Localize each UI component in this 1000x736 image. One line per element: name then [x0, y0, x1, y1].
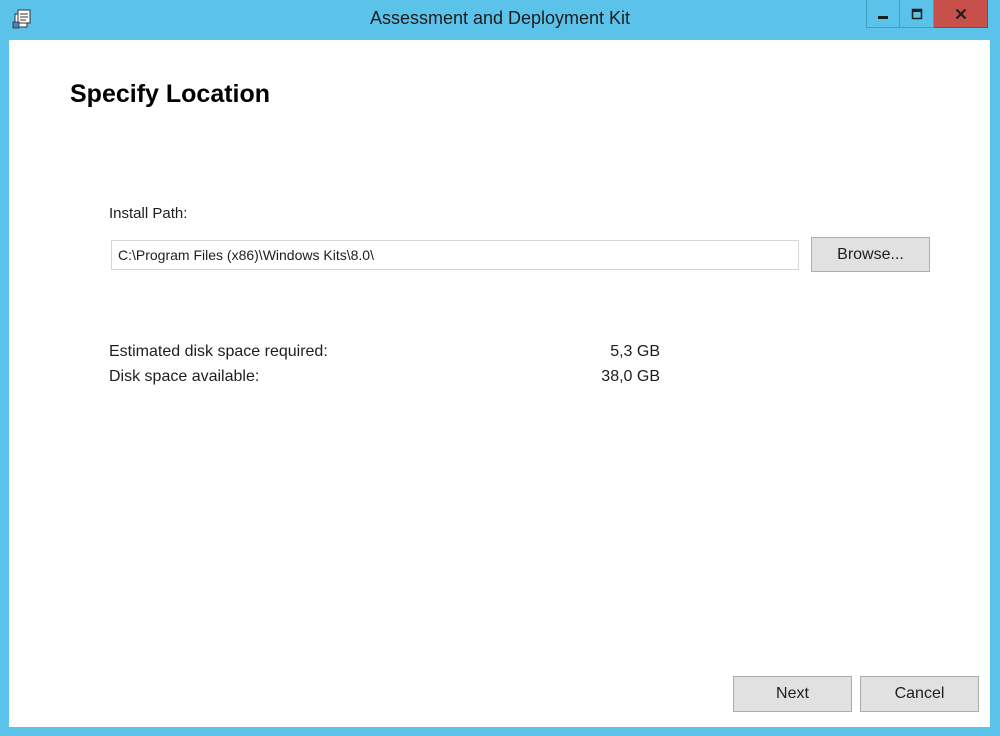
disk-space-required-row: Estimated disk space required: 5,3 GB [109, 343, 660, 363]
next-button[interactable]: Next [733, 676, 852, 712]
window-controls [866, 0, 988, 28]
cancel-button[interactable]: Cancel [860, 676, 979, 712]
page-title: Specify Location [70, 80, 271, 108]
disk-space-required-value: 5,3 GB [610, 343, 660, 360]
disk-space-required-label: Estimated disk space required: [109, 343, 328, 360]
maximize-button[interactable] [900, 0, 934, 28]
close-button[interactable] [934, 0, 988, 28]
client-area: Specify Location Install Path: Browse...… [9, 40, 990, 727]
disk-space-available-value: 38,0 GB [601, 368, 660, 385]
title-bar[interactable]: Assessment and Deployment Kit [0, 0, 1000, 40]
installer-window: Assessment and Deployment Kit Specify Lo… [0, 0, 1000, 736]
minimize-button[interactable] [866, 0, 900, 28]
disk-space-available-label: Disk space available: [109, 368, 260, 385]
window-title: Assessment and Deployment Kit [369, 8, 631, 28]
install-path-input[interactable] [111, 240, 799, 270]
disk-space-available-row: Disk space available: 38,0 GB [109, 368, 660, 388]
install-path-label: Install Path: [109, 205, 188, 222]
browse-button[interactable]: Browse... [811, 237, 930, 272]
